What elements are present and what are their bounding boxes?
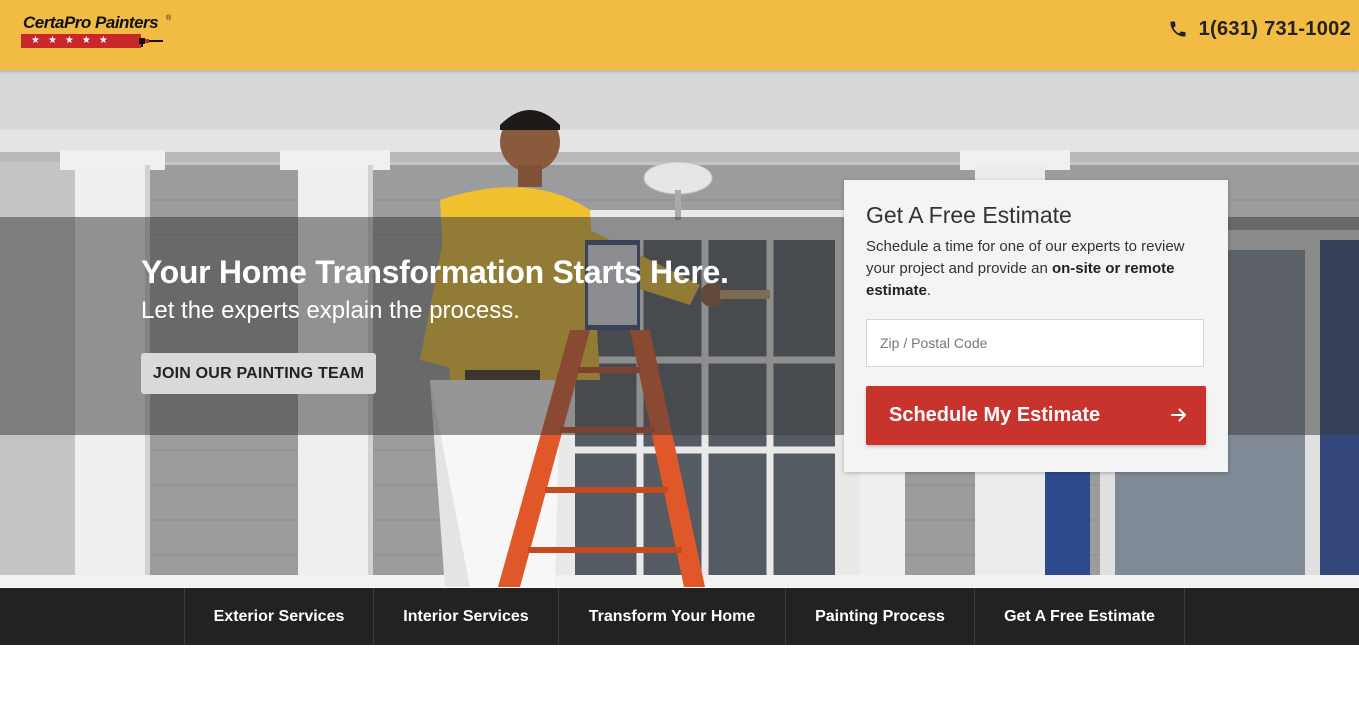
nav-exterior-services[interactable]: Exterior Services xyxy=(184,588,373,645)
services-nav-bar: Exterior Services Interior Services Tran… xyxy=(0,588,1359,645)
hero-subtitle: Let the experts explain the process. xyxy=(141,297,520,324)
nav-get-free-estimate[interactable]: Get A Free Estimate xyxy=(974,588,1185,645)
schedule-estimate-label: Schedule My Estimate xyxy=(889,404,1101,426)
services-nav: Exterior Services Interior Services Tran… xyxy=(184,588,1185,645)
phone-link[interactable]: 1(631) 731-1002 xyxy=(1168,17,1351,41)
nav-transform-your-home[interactable]: Transform Your Home xyxy=(558,588,785,645)
join-painting-team-button[interactable]: JOIN OUR PAINTING TEAM xyxy=(141,353,376,394)
certapro-logo[interactable]: CertaPro Painters ® ★★★★★ xyxy=(21,13,175,51)
arrow-right-icon xyxy=(1171,408,1186,422)
nav-painting-process[interactable]: Painting Process xyxy=(785,588,974,645)
logo-stars: ★★★★★ xyxy=(31,35,116,46)
estimate-card-title: Get A Free Estimate xyxy=(866,202,1072,228)
hero-title: Your Home Transformation Starts Here. xyxy=(141,254,729,290)
paintbrush-icon xyxy=(139,38,163,47)
schedule-estimate-button[interactable]: Schedule My Estimate xyxy=(866,386,1206,445)
logo-registered-mark: ® xyxy=(166,15,172,22)
estimate-desc-end: . xyxy=(926,282,932,299)
nav-interior-services[interactable]: Interior Services xyxy=(373,588,558,645)
site-header: CertaPro Painters ® ★★★★★ 1(631) 731-100… xyxy=(0,0,1359,70)
hero-section: Your Home Transformation Starts Here. Le… xyxy=(0,70,1359,587)
estimate-card-description: Schedule a time for one of our experts t… xyxy=(866,236,1210,302)
phone-icon xyxy=(1170,21,1186,37)
free-estimate-card: Get A Free Estimate Schedule a time for … xyxy=(844,180,1228,472)
phone-number: 1(631) 731-1002 xyxy=(1198,17,1351,40)
logo-wordmark: CertaPro Painters xyxy=(23,13,159,32)
zip-postal-code-input[interactable] xyxy=(866,319,1204,367)
